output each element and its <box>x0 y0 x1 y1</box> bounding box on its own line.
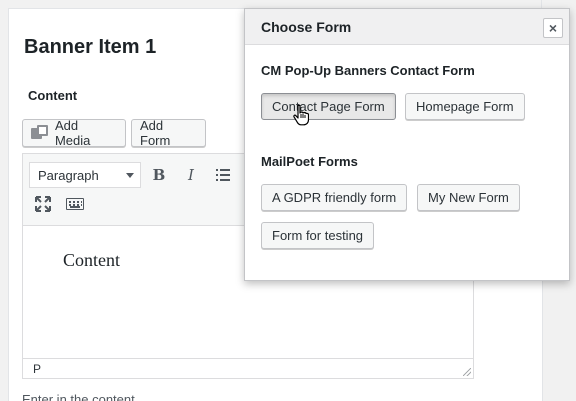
form-button-homepage[interactable]: Homepage Form <box>405 93 525 120</box>
chevron-down-icon <box>126 173 134 178</box>
popup-header: Choose Form × <box>245 9 569 45</box>
add-media-button[interactable]: Add Media <box>22 118 126 148</box>
add-media-label: Add Media <box>54 118 91 148</box>
close-icon[interactable]: × <box>543 18 563 38</box>
form-button-contact-page[interactable]: Contact Page Form <box>261 93 396 120</box>
format-select[interactable]: Paragraph <box>29 162 141 188</box>
editor-content[interactable]: Content <box>63 250 120 271</box>
add-form-button[interactable]: Add Form <box>131 118 206 148</box>
form-button-gdpr[interactable]: A GDPR friendly form <box>261 184 408 211</box>
content-label: Content <box>28 88 78 103</box>
screen: Banner Item 1 Content Add Media Add Form… <box>0 0 576 401</box>
editor-statusbar: P <box>23 358 473 378</box>
element-path[interactable]: P <box>33 362 41 376</box>
expand-icon[interactable] <box>31 192 55 216</box>
hand-pointer-icon <box>293 104 309 126</box>
group-title-cm-popup: CM Pop-Up Banners Contact Form <box>261 63 475 78</box>
italic-icon[interactable]: I <box>179 163 203 187</box>
keyboard-icon[interactable] <box>63 192 87 216</box>
popup-title: Choose Form <box>261 19 352 35</box>
bullet-list-icon[interactable] <box>211 163 235 187</box>
form-button-my-new-form[interactable]: My New Form <box>417 184 520 211</box>
resize-grip-icon[interactable] <box>463 368 471 376</box>
media-icon <box>31 125 49 141</box>
form-button-testing[interactable]: Form for testing <box>261 222 375 249</box>
help-text: Enter in the content <box>22 392 135 401</box>
page-title: Banner Item 1 <box>24 36 157 58</box>
group-title-mailpoet: MailPoet Forms <box>261 154 358 169</box>
choose-form-popup: Choose Form × CM Pop-Up Banners Contact … <box>244 8 570 281</box>
format-select-value: Paragraph <box>38 168 99 183</box>
bold-icon[interactable]: B <box>147 163 171 187</box>
